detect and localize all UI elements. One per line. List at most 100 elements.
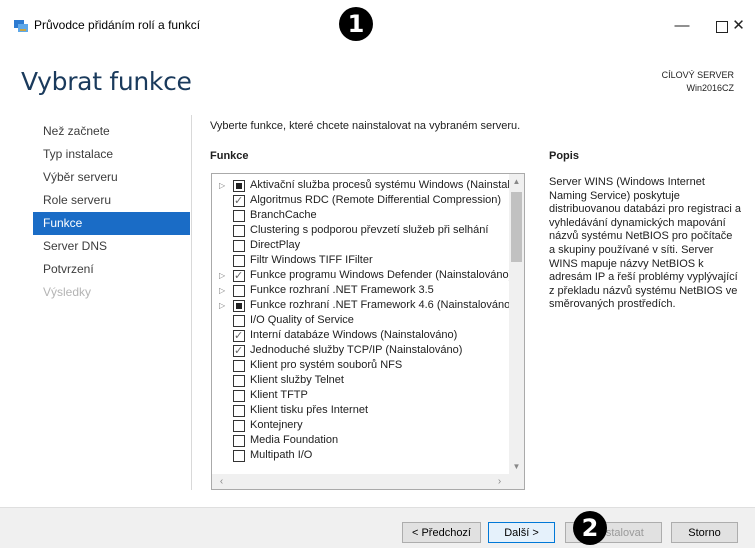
instruction-text: Vyberte funkce, které chcete nainstalova… xyxy=(210,120,521,132)
feature-row[interactable]: Interní databáze Windows (Nainstalováno) xyxy=(212,328,509,343)
feature-label: BranchCache xyxy=(250,209,317,221)
step-marker-1: 1 xyxy=(339,7,373,41)
feature-label: Klient služby Telnet xyxy=(250,374,344,386)
feature-checkbox[interactable] xyxy=(233,375,245,387)
feature-checkbox[interactable] xyxy=(233,210,245,222)
feature-label: Multipath I/O xyxy=(250,449,313,461)
feature-label: Klient pro systém souborů NFS xyxy=(250,359,403,371)
close-button[interactable]: ✕ xyxy=(722,13,755,39)
feature-row[interactable]: Filtr Windows TIFF IFilter xyxy=(212,253,509,268)
feature-checkbox[interactable] xyxy=(233,328,245,343)
feature-row[interactable]: Klient služby Telnet xyxy=(212,373,509,388)
nav-divider xyxy=(191,115,192,490)
feature-label: DirectPlay xyxy=(250,239,301,251)
feature-checkbox[interactable] xyxy=(233,255,245,267)
wizard-nav: Než začnete Typ instalace Výběr serveru … xyxy=(33,120,190,304)
target-server: CÍLOVÝ SERVER Win2016CZ xyxy=(662,69,734,95)
page-title: Vybrat funkce xyxy=(21,67,192,96)
nav-item-installation-type[interactable]: Typ instalace xyxy=(33,143,190,166)
feature-checkbox[interactable] xyxy=(233,268,245,283)
feature-row[interactable]: Media Foundation xyxy=(212,433,509,448)
feature-checkbox[interactable] xyxy=(233,450,245,462)
feature-description: Server WINS (Windows Internet Naming Ser… xyxy=(549,176,742,311)
feature-row[interactable]: Multipath I/O xyxy=(212,448,509,463)
footer-bar: < Předchozí Další > Nainstalovat Storno xyxy=(0,507,755,548)
nav-item-server-roles[interactable]: Role serveru xyxy=(33,189,190,212)
previous-button[interactable]: < Předchozí xyxy=(402,522,481,543)
feature-row[interactable]: Klient tisku přes Internet xyxy=(212,403,509,418)
feature-row[interactable]: Clustering s podporou převzetí služeb př… xyxy=(212,223,509,238)
description-header: Popis xyxy=(549,150,579,162)
step-marker-2: 2 xyxy=(573,511,607,545)
scroll-thumb[interactable] xyxy=(511,192,522,262)
feature-row[interactable]: Klient pro systém souborů NFS xyxy=(212,358,509,373)
feature-row[interactable]: BranchCache xyxy=(212,208,509,223)
title-bar: Průvodce přidáním rolí a funkcí — ✕ xyxy=(0,0,755,40)
feature-checkbox[interactable] xyxy=(233,180,245,192)
target-server-value: Win2016CZ xyxy=(686,83,734,93)
nav-item-dns-server[interactable]: Server DNS xyxy=(33,235,190,258)
feature-row[interactable]: Jednoduché služby TCP/IP (Nainstalováno) xyxy=(212,343,509,358)
feature-row[interactable]: Klient TFTP xyxy=(212,388,509,403)
expand-arrow-icon[interactable]: ▷ xyxy=(219,298,225,313)
feature-label: Clustering s podporou převzetí služeb př… xyxy=(250,224,489,236)
scroll-corner xyxy=(509,474,524,489)
feature-label: Algoritmus RDC (Remote Differential Comp… xyxy=(250,194,502,206)
scroll-down-icon[interactable]: ▼ xyxy=(509,459,524,474)
features-header: Funkce xyxy=(210,150,249,162)
expand-arrow-icon[interactable]: ▷ xyxy=(219,178,225,193)
feature-checkbox[interactable] xyxy=(233,405,245,417)
feature-label: Funkce programu Windows Defender (Nainst… xyxy=(250,269,509,281)
feature-row[interactable]: ▷ Funkce rozhraní .NET Framework 4.6 (Nai… xyxy=(212,298,509,313)
feature-checkbox[interactable] xyxy=(233,315,245,327)
feature-checkbox[interactable] xyxy=(233,343,245,358)
feature-checkbox[interactable] xyxy=(233,225,245,237)
features-list[interactable]: ▷ Aktivační služba procesů systému Window… xyxy=(211,173,525,490)
feature-label: Filtr Windows TIFF IFilter xyxy=(250,254,373,266)
feature-row[interactable]: ▷ Funkce rozhraní .NET Framework 3.5 xyxy=(212,283,509,298)
nav-item-results: Výsledky xyxy=(43,285,92,299)
expand-arrow-icon[interactable]: ▷ xyxy=(219,283,225,298)
feature-label: Aktivační služba procesů systému Windows… xyxy=(250,179,509,191)
cancel-button[interactable]: Storno xyxy=(671,522,738,543)
vertical-scrollbar[interactable]: ▲ ▼ xyxy=(509,174,524,474)
feature-row[interactable]: DirectPlay xyxy=(212,238,509,253)
feature-label: Interní databáze Windows (Nainstalováno) xyxy=(250,329,458,341)
feature-row[interactable]: Kontejnery xyxy=(212,418,509,433)
feature-checkbox[interactable] xyxy=(233,240,245,252)
next-button[interactable]: Další > xyxy=(488,522,555,543)
feature-checkbox[interactable] xyxy=(233,390,245,402)
scroll-left-icon[interactable]: ‹ xyxy=(214,474,229,489)
feature-row[interactable]: I/O Quality of Service xyxy=(212,313,509,328)
feature-label: I/O Quality of Service xyxy=(250,314,354,326)
feature-label: Klient tisku přes Internet xyxy=(250,404,369,416)
server-manager-icon xyxy=(14,20,28,32)
feature-checkbox[interactable] xyxy=(233,193,245,208)
nav-item-server-selection[interactable]: Výběr serveru xyxy=(33,166,190,189)
feature-label: Jednoduché služby TCP/IP (Nainstalováno) xyxy=(250,344,463,356)
features-rows: ▷ Aktivační služba procesů systému Window… xyxy=(212,178,509,474)
nav-item-confirmation[interactable]: Potvrzení xyxy=(33,258,190,281)
feature-checkbox[interactable] xyxy=(233,360,245,372)
feature-label: Funkce rozhraní .NET Framework 4.6 (Nain… xyxy=(250,299,509,311)
feature-checkbox[interactable] xyxy=(233,285,245,297)
feature-row[interactable]: ▷ Funkce programu Windows Defender (Nains… xyxy=(212,268,509,283)
scroll-up-icon[interactable]: ▲ xyxy=(509,174,524,189)
window-title: Průvodce přidáním rolí a funkcí xyxy=(34,18,201,32)
feature-label: Funkce rozhraní .NET Framework 3.5 xyxy=(250,284,434,296)
feature-checkbox[interactable] xyxy=(233,420,245,432)
feature-label: Klient TFTP xyxy=(250,389,308,401)
feature-checkbox[interactable] xyxy=(233,300,245,312)
horizontal-scrollbar[interactable]: ‹ › xyxy=(212,474,509,489)
feature-label: Media Foundation xyxy=(250,434,339,446)
feature-label: Kontejnery xyxy=(250,419,303,431)
nav-item-before-you-begin[interactable]: Než začnete xyxy=(33,120,190,143)
minimize-button[interactable]: — xyxy=(662,13,702,39)
feature-row[interactable]: Algoritmus RDC (Remote Differential Comp… xyxy=(212,193,509,208)
feature-row[interactable]: ▷ Aktivační služba procesů systému Window… xyxy=(212,178,509,193)
expand-arrow-icon[interactable]: ▷ xyxy=(219,268,225,283)
target-server-label: CÍLOVÝ SERVER xyxy=(661,70,734,80)
scroll-right-icon[interactable]: › xyxy=(492,474,507,489)
nav-item-features[interactable]: Funkce xyxy=(33,212,190,235)
feature-checkbox[interactable] xyxy=(233,435,245,447)
